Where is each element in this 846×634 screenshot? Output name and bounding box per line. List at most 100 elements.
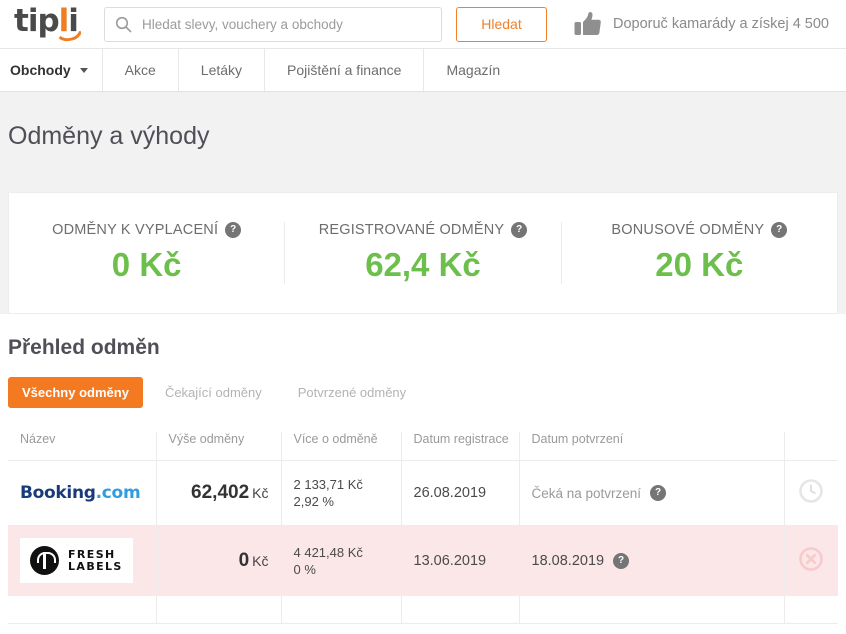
cell-registration-date: [401, 595, 520, 624]
confirmation-wrap: 18.08.2019 ?: [531, 552, 772, 569]
page-title: Odměny a výhody: [8, 121, 210, 150]
fresh-text-line2: LABELS: [68, 559, 123, 573]
cell-shop-logo[interactable]: FRESH LABELS: [8, 525, 157, 596]
search-input[interactable]: [142, 16, 431, 32]
cell-status-icon: [784, 525, 838, 596]
referral-text: Doporuč kamarády a získej 4 500 Kč: [613, 16, 832, 32]
column-header-datum-potvrzeni[interactable]: Datum potvrzení: [519, 432, 785, 461]
cell-reward-details: [281, 595, 402, 624]
column-header-nazev[interactable]: Název: [8, 432, 157, 461]
column-header-status: [784, 432, 838, 461]
booking-text-tld: .com: [95, 483, 141, 503]
nav-item-magazin[interactable]: Magazín: [424, 49, 522, 91]
cell-reward-amount: [156, 595, 282, 624]
cell-registration-date: 26.08.2019: [401, 460, 520, 526]
help-icon[interactable]: ?: [511, 222, 528, 238]
table-header-row: Název Výše odměny Více o odměně Datum re…: [8, 432, 838, 461]
cell-status-icon: [784, 460, 838, 526]
tab-potvrzene-odmeny[interactable]: Potvrzené odměny: [284, 377, 420, 408]
tab-cekajici-odmeny[interactable]: Čekající odměny: [151, 377, 276, 408]
search-box[interactable]: [104, 6, 442, 42]
order-value: 2 133,71 Kč: [293, 477, 363, 492]
reward-amount-currency: Kč: [252, 552, 269, 569]
top-bar: tipli Hledat Doporuč kamarády a získej 4…: [0, 0, 846, 49]
column-header-datum-registrace[interactable]: Datum registrace: [401, 432, 520, 461]
nav-label-pojisteni: Pojištění a finance: [287, 62, 402, 78]
booking-text-main: Booking: [20, 483, 96, 503]
rewards-tabs: Všechny odměny Čekající odměny Potvrzené…: [8, 377, 838, 408]
stat-label-odmeny-k-vyplaceni: ODMĚNY K VYPLACENÍ: [52, 222, 219, 238]
help-icon[interactable]: ?: [613, 552, 630, 569]
cell-reward-details: 4 421,48 Kč 0 %: [281, 525, 402, 596]
table-row[interactable]: Booking.com 62,402 Kč 2 133,71 Kč 2,92 % …: [8, 460, 838, 526]
reward-amount-number: 0: [238, 549, 250, 571]
cell-reward-amount: 62,402 Kč: [156, 460, 282, 526]
cell-reward-details: 2 133,71 Kč 2,92 %: [281, 460, 402, 526]
stats-card-group: ODMĚNY K VYPLACENÍ ? 0 Kč REGISTROVANÉ O…: [8, 192, 838, 314]
stat-value-registrovane-odmeny: 62,4 Kč: [365, 246, 481, 283]
search-icon: [115, 16, 132, 33]
stats-band: ODMĚNY K VYPLACENÍ ? 0 Kč REGISTROVANÉ O…: [0, 180, 846, 314]
page-title-band: Odměny a výhody: [0, 92, 846, 180]
nav-item-akce[interactable]: Akce: [103, 49, 179, 91]
cell-reward-amount: 0 Kč: [156, 525, 282, 596]
cell-status-icon: [784, 595, 838, 624]
main-navigation: Obchody Akce Letáky Pojištění a finance …: [0, 49, 846, 92]
booking-wordmark: Booking.com: [20, 483, 141, 503]
rewards-table: Název Výše odměny Více o odměně Datum re…: [8, 432, 838, 624]
nav-item-pojisteni-a-finance[interactable]: Pojištění a finance: [265, 49, 425, 91]
cell-confirmation: [519, 595, 785, 624]
nav-label-obchody: Obchody: [10, 62, 71, 78]
nav-label-letaky: Letáky: [200, 62, 243, 78]
tipli-logo[interactable]: tipli: [14, 3, 88, 44]
cell-confirmation: Čeká na potvrzení ?: [519, 460, 785, 526]
help-icon[interactable]: ?: [771, 222, 788, 238]
cell-shop-logo[interactable]: Booking.com: [8, 460, 157, 526]
confirmation-wrap: Čeká na potvrzení ?: [532, 485, 772, 501]
fresh-labels-wordmark: FRESH LABELS: [68, 548, 123, 573]
section-title-prehled-odmen: Přehled odměn: [8, 336, 160, 359]
shop-logo-fresh-labels[interactable]: FRESH LABELS: [20, 538, 133, 583]
reward-amount-currency: Kč: [252, 485, 269, 501]
stat-card-bonusove-odmeny: BONUSOVÉ ODMĚNY ? 20 Kč: [562, 222, 837, 284]
table-row[interactable]: [8, 595, 838, 624]
cell-confirmation: 18.08.2019 ?: [519, 525, 785, 596]
cell-shop-logo: [8, 595, 157, 624]
help-icon[interactable]: ?: [225, 222, 242, 238]
reward-amount-number: 62,402: [191, 482, 250, 503]
table-header: Název Výše odměny Více o odměně Datum re…: [8, 432, 838, 461]
table-body: Booking.com 62,402 Kč 2 133,71 Kč 2,92 % …: [8, 460, 838, 624]
column-header-vice-o-odmene[interactable]: Více o odměně: [281, 432, 402, 461]
logo-swoosh-icon: [53, 24, 85, 44]
confirmation-status-text: 18.08.2019: [531, 552, 605, 569]
cell-registration-date: 13.06.2019: [401, 525, 520, 596]
shop-logo-booking[interactable]: Booking.com: [20, 473, 144, 513]
stat-card-registrovane-odmeny: REGISTROVANÉ ODMĚNY ? 62,4 Kč: [285, 222, 562, 284]
declined-circle-icon: [798, 546, 824, 572]
stat-card-odmeny-k-vyplaceni: ODMĚNY K VYPLACENÍ ? 0 Kč: [9, 222, 286, 284]
referral-banner[interactable]: Doporuč kamarády a získej 4 500 Kč: [574, 11, 832, 37]
reward-percent: 0 %: [293, 561, 316, 577]
stat-label-row: BONUSOVÉ ODMĚNY ?: [568, 222, 831, 238]
column-header-vyse-odmeny[interactable]: Výše odměny: [156, 432, 282, 461]
stat-label-row: REGISTROVANÉ ODMĚNY ?: [291, 222, 554, 238]
stat-value-odmeny-k-vyplaceni: 0 Kč: [111, 246, 182, 283]
nav-label-akce: Akce: [124, 62, 156, 78]
help-icon[interactable]: ?: [650, 485, 667, 501]
logo-part-tip: tip: [14, 3, 60, 39]
fresh-labels-emblem-icon: [30, 546, 59, 575]
rewards-overview-section: Přehled odměn Všechny odměny Čekající od…: [0, 314, 846, 624]
table-row[interactable]: FRESH LABELS 0 Kč 4 421,48 Kč 0 % 13.06.2…: [8, 525, 838, 596]
thumbs-up-icon: [574, 11, 602, 37]
clock-icon: [798, 478, 824, 504]
stat-value-bonusove-odmeny: 20 Kč: [655, 246, 744, 283]
tab-vsechny-odmeny[interactable]: Všechny odměny: [8, 377, 143, 408]
search-submit-button[interactable]: Hledat: [456, 6, 547, 42]
reward-percent: 2,92 %: [293, 494, 334, 509]
confirmation-status-text: Čeká na potvrzení: [531, 485, 642, 501]
stat-label-row: ODMĚNY K VYPLACENÍ ?: [15, 222, 278, 238]
nav-item-letaky[interactable]: Letáky: [179, 49, 266, 91]
stat-label-registrovane-odmeny: REGISTROVANÉ ODMĚNY: [318, 222, 505, 238]
nav-item-obchody[interactable]: Obchody: [4, 49, 103, 91]
chevron-down-icon: [79, 67, 88, 73]
